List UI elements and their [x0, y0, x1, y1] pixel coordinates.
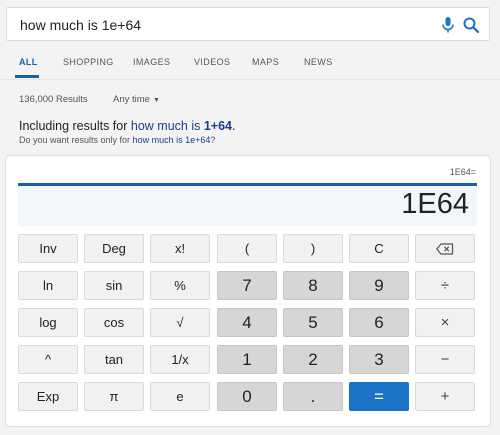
key-multiply[interactable]: × — [415, 308, 475, 337]
key-add[interactable]: + — [415, 382, 475, 411]
key-close-paren[interactable]: ) — [283, 234, 343, 263]
key-factorial[interactable]: x! — [150, 234, 210, 263]
tab-news[interactable]: NEWS — [304, 57, 333, 67]
key-decimal[interactable]: . — [283, 382, 343, 411]
key-1[interactable]: 1 — [217, 345, 277, 374]
results-count: 136,000 Results — [19, 94, 88, 105]
key-reciprocal[interactable]: 1/x — [150, 345, 210, 374]
search-input[interactable]: how much is 1e+64 — [20, 17, 141, 33]
including-query-bold: 1+64 — [203, 119, 232, 133]
search-tabs: ALL SHOPPING IMAGES VIDEOS MAPS NEWS — [0, 50, 500, 80]
key-9[interactable]: 9 — [349, 271, 409, 300]
active-tab-indicator — [15, 75, 39, 78]
calculator-expression: 1E64= — [449, 167, 476, 177]
key-8[interactable]: 8 — [283, 271, 343, 300]
tab-maps[interactable]: MAPS — [252, 57, 279, 67]
key-open-paren[interactable]: ( — [217, 234, 277, 263]
did-you-mean-prefix: Do you want results only for — [19, 135, 131, 145]
key-6[interactable]: 6 — [349, 308, 409, 337]
key-pi[interactable]: π — [84, 382, 144, 411]
key-equals[interactable]: = — [349, 382, 409, 411]
key-ln[interactable]: ln — [18, 271, 78, 300]
including-results-notice: Including results for how much is 1+64. — [19, 119, 235, 133]
search-box[interactable]: how much is 1e+64 — [6, 7, 490, 41]
tab-images[interactable]: IMAGES — [133, 57, 170, 67]
backspace-icon — [436, 242, 454, 255]
key-7[interactable]: 7 — [217, 271, 277, 300]
tab-shopping[interactable]: SHOPPING — [63, 57, 114, 67]
did-you-mean: Do you want results only for how much is… — [19, 135, 215, 145]
key-0[interactable]: 0 — [217, 382, 277, 411]
caret-down-icon: ▼ — [152, 97, 160, 104]
key-clear[interactable]: C — [349, 234, 409, 263]
including-suffix: . — [232, 119, 236, 133]
including-prefix: Including results for — [19, 119, 128, 133]
key-sin[interactable]: sin — [84, 271, 144, 300]
key-2[interactable]: 2 — [283, 345, 343, 374]
tab-all[interactable]: ALL — [19, 57, 38, 67]
tab-videos[interactable]: VIDEOS — [194, 57, 230, 67]
including-query-link[interactable]: how much is 1+64 — [131, 119, 232, 133]
did-you-mean-link[interactable]: how much is 1e+64 — [133, 135, 211, 145]
calculator-card: 1E64= 1E64 Inv Deg x! ( ) C ln sin % 7 8… — [5, 155, 491, 427]
including-query-plain: how much is — [130, 119, 201, 133]
search-icon[interactable] — [462, 16, 480, 34]
key-e[interactable]: e — [150, 382, 210, 411]
key-inv[interactable]: Inv — [18, 234, 78, 263]
calculator-display-value: 1E64 — [401, 188, 469, 220]
time-filter-label: Any time — [113, 94, 150, 105]
microphone-icon[interactable] — [441, 16, 455, 34]
key-deg[interactable]: Deg — [84, 234, 144, 263]
key-backspace[interactable] — [415, 234, 475, 263]
key-4[interactable]: 4 — [217, 308, 277, 337]
time-filter-dropdown[interactable]: Any time ▼ — [113, 94, 160, 105]
key-percent[interactable]: % — [150, 271, 210, 300]
key-subtract[interactable]: − — [415, 345, 475, 374]
key-sqrt[interactable]: √ — [150, 308, 210, 337]
key-tan[interactable]: tan — [84, 345, 144, 374]
key-3[interactable]: 3 — [349, 345, 409, 374]
calculator-display: 1E64 — [18, 183, 477, 226]
did-you-mean-suffix: ? — [210, 135, 216, 145]
key-5[interactable]: 5 — [283, 308, 343, 337]
key-exp[interactable]: Exp — [18, 382, 78, 411]
key-log[interactable]: log — [18, 308, 78, 337]
key-power[interactable]: ^ — [18, 345, 78, 374]
key-cos[interactable]: cos — [84, 308, 144, 337]
key-divide[interactable]: ÷ — [415, 271, 475, 300]
